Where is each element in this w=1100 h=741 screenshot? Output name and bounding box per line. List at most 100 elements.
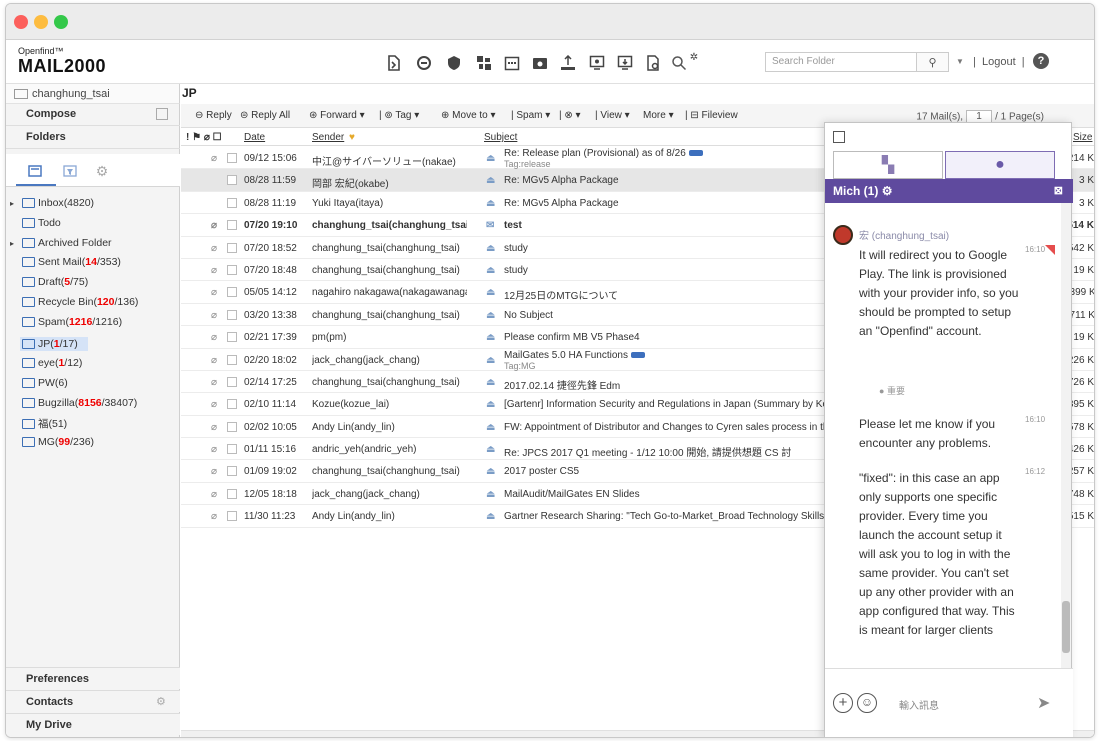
search-button[interactable]: ⚲ (917, 52, 949, 72)
emoji-icon[interactable]: ☺ (857, 693, 877, 713)
row-checkbox[interactable] (227, 309, 237, 320)
upload-icon[interactable] (559, 54, 577, 72)
mail-subject[interactable]: Re: MGv5 Alpha Package (504, 175, 834, 186)
zoom-window-button[interactable] (54, 15, 68, 29)
view-button[interactable]: | View ▾ (595, 110, 630, 121)
close-window-button[interactable] (14, 15, 28, 29)
row-checkbox[interactable] (227, 197, 237, 208)
mail-subject[interactable]: FW: Appointment of Distributor and Chang… (504, 422, 834, 433)
mail-subject[interactable]: [Gartenr] Information Security and Regul… (504, 399, 834, 410)
shield-icon[interactable] (445, 54, 463, 72)
row-checkbox[interactable] (227, 444, 237, 455)
contacts-card-icon[interactable] (531, 54, 549, 72)
chat-message-input[interactable]: 輸入訊息 (899, 697, 939, 712)
popout-icon[interactable] (156, 108, 168, 120)
sidebar-item-folder[interactable]: PW (6) (22, 377, 68, 389)
row-checkbox[interactable] (227, 153, 237, 163)
add-attachment-icon[interactable]: + (833, 693, 853, 713)
more-button[interactable]: More ▾ (643, 110, 674, 121)
spam-button[interactable]: | Spam ▾ (511, 110, 550, 121)
sidebar-item-folder[interactable]: Draft(5/75) (22, 276, 88, 288)
row-checkbox[interactable] (227, 287, 237, 298)
row-checkbox[interactable] (227, 220, 237, 231)
chat-settings-icon[interactable]: ⚙ (882, 184, 893, 198)
mail-subject[interactable]: Re: JPCS 2017 Q1 meeting - 1/12 10:00 開始… (504, 444, 834, 459)
preferences-link[interactable]: Preferences (6, 667, 180, 689)
folder-tab-icon[interactable] (25, 162, 45, 180)
filter-tab-icon[interactable] (60, 162, 80, 180)
row-checkbox[interactable] (227, 466, 237, 477)
mail-subject[interactable]: 2017 poster CS5 (504, 466, 834, 477)
chat-apps-tab[interactable]: ▚ (833, 151, 943, 179)
sync-icon[interactable] (415, 54, 433, 72)
my-drive-link[interactable]: My Drive (6, 713, 180, 735)
mail-subject[interactable]: Gartner Research Sharing: "Tech Go-to-Ma… (504, 511, 834, 522)
row-checkbox[interactable] (227, 421, 237, 432)
sort-chevron-icon[interactable]: ♥ (349, 132, 355, 143)
sender-column-header[interactable]: Sender (312, 132, 344, 143)
close-chat-icon[interactable]: ⊠ (1054, 184, 1063, 197)
mail-subject[interactable]: No Subject (504, 310, 834, 321)
contacts-link[interactable]: Contacts (6, 690, 180, 712)
chat-scrollbar[interactable] (1061, 203, 1071, 668)
expand-caret-icon[interactable]: ▸ (10, 199, 14, 208)
sidebar-item-folder[interactable]: Spam(1216/1216) (22, 316, 122, 328)
search-options-chevron-icon[interactable]: ▼ (956, 57, 964, 66)
minimize-window-button[interactable] (34, 15, 48, 29)
date-column-header[interactable]: Date (244, 132, 265, 143)
row-checkbox[interactable] (227, 242, 237, 253)
contacts-gear-icon[interactable]: ⚙ (156, 695, 166, 708)
gear-icon[interactable]: ✲ (685, 48, 703, 66)
help-icon[interactable]: ? (1033, 53, 1049, 69)
mail-download-icon[interactable] (385, 54, 403, 72)
sidebar-item-folder[interactable]: ▸ Inbox (4820) (10, 197, 94, 209)
search-folder-input[interactable]: Search Folder (765, 52, 917, 72)
reply-button[interactable]: ⊖ Reply (195, 110, 232, 121)
row-checkbox[interactable] (227, 376, 237, 387)
compose-button[interactable]: Compose (6, 104, 180, 126)
row-checkbox[interactable] (227, 175, 237, 186)
mail-subject[interactable]: 12月25日のMTGについて (504, 287, 834, 302)
row-checkbox[interactable] (227, 511, 237, 522)
subject-column-header[interactable]: Subject (484, 132, 517, 143)
mail-subject[interactable]: MailGates 5.0 HA Functions Tag:MG (504, 350, 834, 372)
size-column-header[interactable]: Size (1073, 132, 1092, 143)
move-to-button[interactable]: ⊕ Move to ▾ (441, 110, 496, 121)
sidebar-item-folder[interactable]: 福 (51) (22, 416, 67, 431)
forward-button[interactable]: ⊛ Forward ▾ (309, 110, 365, 121)
gear-tab-icon[interactable]: ⚙ (92, 162, 112, 180)
tag-button[interactable]: | ⊚ Tag ▾ (379, 110, 419, 121)
priority-column-icon[interactable]: ! ⚑ ⌀ ☐ (186, 132, 222, 143)
mail-subject[interactable]: MailAudit/MailGates EN Slides (504, 489, 834, 500)
display-icon[interactable] (616, 54, 634, 72)
sidebar-item-folder[interactable]: JP(1/17) (20, 337, 88, 351)
sidebar-item-folder[interactable]: Bugzilla(8156/38407) (22, 397, 137, 409)
apps-icon[interactable] (475, 54, 493, 72)
mail-subject[interactable]: study (504, 265, 834, 276)
row-checkbox[interactable] (227, 332, 237, 343)
row-checkbox[interactable] (227, 264, 237, 275)
mail-subject[interactable]: 2017.02.14 捷徑先鋒 Edm (504, 377, 834, 392)
expand-caret-icon[interactable]: ▸ (10, 239, 14, 248)
send-icon[interactable]: ➤ (1037, 693, 1050, 713)
sidebar-item-folder[interactable]: Todo (22, 217, 61, 229)
monitor-icon[interactable] (588, 54, 606, 72)
row-checkbox[interactable] (227, 354, 237, 365)
sidebar-item-folder[interactable]: ▸ Archived Folder (10, 237, 112, 249)
logout-link[interactable]: | Logout | (973, 56, 1025, 68)
chat-messages-tab[interactable]: ● (945, 151, 1055, 179)
mail-subject[interactable]: Re: MGv5 Alpha Package (504, 198, 834, 209)
document-settings-icon[interactable] (644, 54, 662, 72)
chat-scroll-thumb[interactable] (1062, 601, 1070, 653)
delete-button[interactable]: | ⊗ ▾ (559, 110, 581, 121)
row-checkbox[interactable] (227, 399, 237, 410)
mail-subject[interactable]: test (504, 220, 834, 231)
sidebar-item-folder[interactable]: Sent Mail(14/353) (22, 256, 121, 268)
calendar-icon[interactable] (503, 54, 521, 72)
mail-subject[interactable]: study (504, 243, 834, 254)
mail-subject[interactable]: Re: Release plan (Provisional) as of 8/2… (504, 148, 834, 170)
collapse-icon[interactable] (833, 131, 845, 143)
sidebar-item-folder[interactable]: eye(1/12) (22, 357, 82, 369)
mail-subject[interactable]: Please confirm MB V5 Phase4 (504, 332, 834, 343)
sidebar-item-folder[interactable]: Recycle Bin(120/136) (22, 296, 138, 308)
